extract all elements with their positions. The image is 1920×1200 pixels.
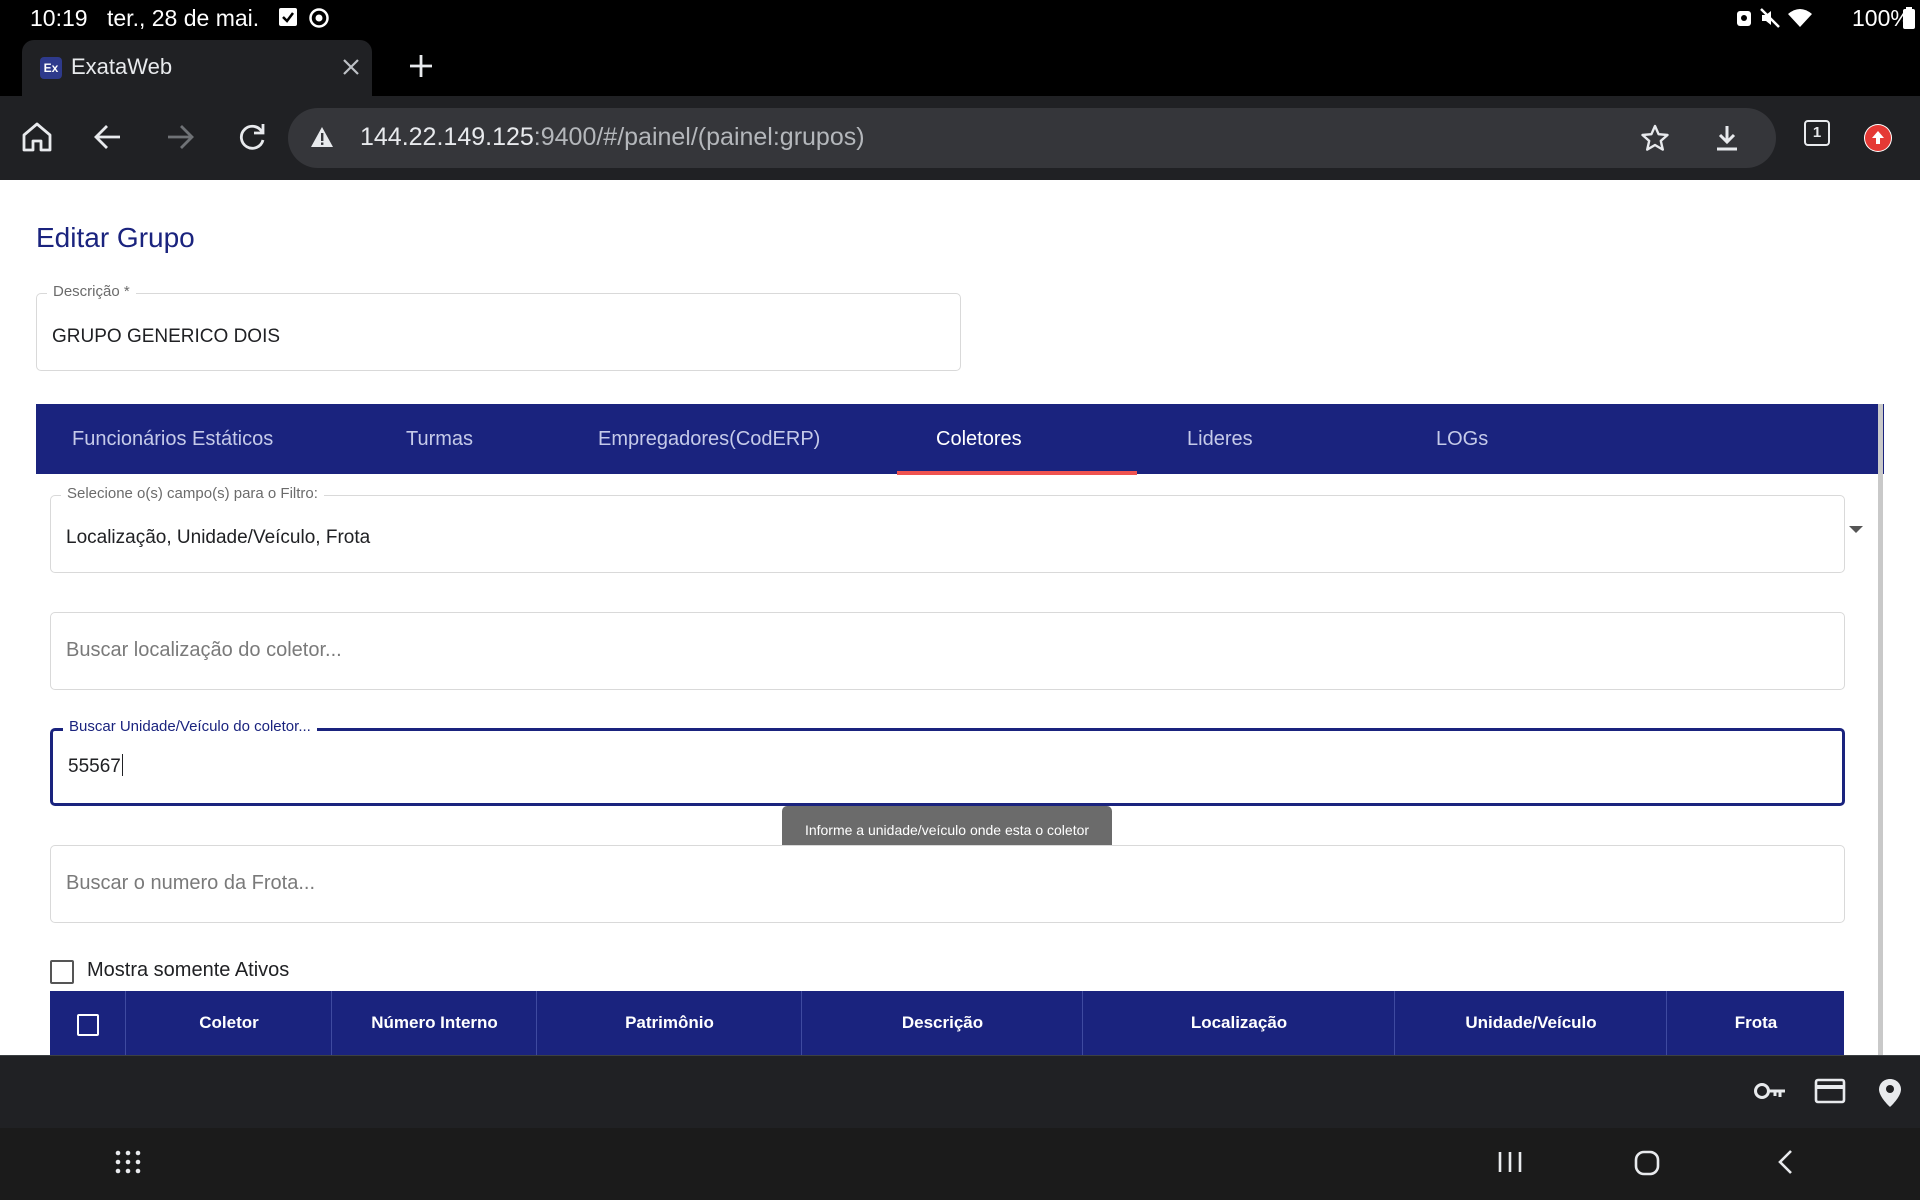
back-nav-icon[interactable] [1772, 1148, 1800, 1176]
checkbox-notification-icon [278, 7, 298, 27]
bookmark-star-icon[interactable] [1640, 123, 1670, 153]
tab-switcher-button[interactable]: 1 [1804, 120, 1830, 146]
battery-percent: 100% [1852, 5, 1911, 31]
column-header-localizacao[interactable]: Localização [1082, 991, 1395, 1055]
mute-icon [1759, 7, 1781, 29]
search-unidade-label: Buscar Unidade/Veículo do coletor... [63, 718, 317, 735]
apps-grid-icon[interactable] [114, 1148, 142, 1176]
only-active-label[interactable]: Mostra somente Ativos [87, 959, 289, 982]
select-all-checkbox[interactable] [77, 1014, 99, 1036]
column-header-descricao[interactable]: Descrição [801, 991, 1083, 1055]
browser-tab-strip: Ex ExataWeb [0, 37, 1920, 96]
column-header-numero-interno[interactable]: Número Interno [331, 991, 537, 1055]
page-title: Editar Grupo [36, 222, 195, 253]
text-caret [121, 754, 123, 776]
table-header: Coletor Número Interno Patrimônio Descri… [50, 991, 1844, 1055]
new-tab-icon[interactable] [406, 51, 436, 81]
scrollbar[interactable] [1878, 404, 1883, 1055]
filter-select-value: Localização, Unidade/Veículo, Frota [66, 527, 371, 548]
back-arrow-icon[interactable] [92, 120, 124, 154]
dropdown-arrow-icon[interactable] [1849, 526, 1863, 533]
column-header-patrimonio[interactable]: Patrimônio [536, 991, 802, 1055]
forward-arrow-icon[interactable] [164, 120, 196, 154]
filter-select[interactable]: Selecione o(s) campo(s) para o Filtro: L… [50, 485, 1863, 573]
wifi-icon [1787, 7, 1813, 29]
url-text: 144.22.149.125:9400/#/painel/(painel:gru… [360, 123, 865, 152]
search-localizacao-input[interactable]: Buscar localização do coletor... [50, 612, 1845, 690]
home-icon[interactable] [21, 120, 53, 154]
status-date: ter., 28 de mai. [107, 5, 260, 31]
descricao-value: GRUPO GENERICO DOIS [52, 326, 281, 347]
home-nav-icon[interactable] [1632, 1148, 1662, 1178]
filter-select-label: Selecione o(s) campo(s) para o Filtro: [61, 485, 324, 502]
tab-empregadores[interactable]: Empregadores(CodERP) [598, 404, 820, 474]
tab-coletores[interactable]: Coletores [936, 404, 1022, 474]
search-frota-placeholder: Buscar o numero da Frota... [66, 872, 316, 894]
column-header-coletor[interactable]: Coletor [125, 991, 332, 1055]
browser-bottom-bar [0, 1055, 1920, 1129]
browser-tab[interactable]: Ex ExataWeb [22, 40, 372, 96]
close-tab-icon[interactable] [340, 56, 362, 78]
status-time: 10:19 [30, 5, 88, 31]
not-secure-warning-icon[interactable] [310, 126, 334, 148]
browser-toolbar: 144.22.149.125:9400/#/painel/(painel:gru… [0, 96, 1920, 180]
profile-update-icon[interactable] [1864, 124, 1892, 152]
location-pin-icon[interactable] [1878, 1078, 1902, 1108]
tab-turmas[interactable]: Turmas [406, 404, 473, 474]
search-unidade-input[interactable]: Buscar Unidade/Veículo do coletor... 555… [50, 718, 1845, 806]
key-icon[interactable] [1753, 1078, 1787, 1104]
battery-icon [1903, 7, 1915, 29]
status-bar: 10:19 ter., 28 de mai. 100% [0, 0, 1920, 37]
descricao-field[interactable]: Descrição * GRUPO GENERICO DOIS [36, 283, 961, 371]
sync-notification-icon [308, 7, 330, 29]
search-localizacao-placeholder: Buscar localização do coletor... [66, 639, 342, 661]
active-tab-indicator [897, 471, 1137, 475]
favicon: Ex [40, 57, 62, 79]
descricao-label: Descrição * [47, 283, 136, 300]
tab-title: ExataWeb [71, 54, 173, 79]
url-host: 144.22.149.125 [360, 123, 534, 151]
alarm-icon [1735, 7, 1753, 29]
reload-icon[interactable] [236, 120, 268, 154]
tab-logs[interactable]: LOGs [1436, 404, 1488, 474]
search-unidade-text: 55567 [68, 754, 123, 778]
page-content: Editar Grupo Descrição * GRUPO GENERICO … [0, 180, 1920, 1055]
only-active-checkbox[interactable] [50, 960, 74, 984]
address-bar[interactable]: 144.22.149.125:9400/#/painel/(painel:gru… [288, 108, 1776, 168]
search-frota-input[interactable]: Buscar o numero da Frota... [50, 845, 1845, 923]
column-header-frota[interactable]: Frota [1666, 991, 1845, 1055]
recent-apps-icon[interactable] [1496, 1148, 1524, 1176]
download-icon[interactable] [1712, 123, 1742, 153]
system-navigation-bar [0, 1128, 1920, 1200]
tab-lideres[interactable]: Lideres [1187, 404, 1253, 474]
column-header-unidade-veiculo[interactable]: Unidade/Veículo [1394, 991, 1667, 1055]
tab-funcionarios-estaticos[interactable]: Funcionários Estáticos [72, 404, 273, 474]
credit-card-icon[interactable] [1814, 1078, 1846, 1104]
tab-bar: Funcionários Estáticos Turmas Empregador… [36, 404, 1884, 475]
search-unidade-value: 55567 [68, 756, 121, 777]
url-path: :9400/#/painel/(painel:grupos) [533, 123, 865, 151]
